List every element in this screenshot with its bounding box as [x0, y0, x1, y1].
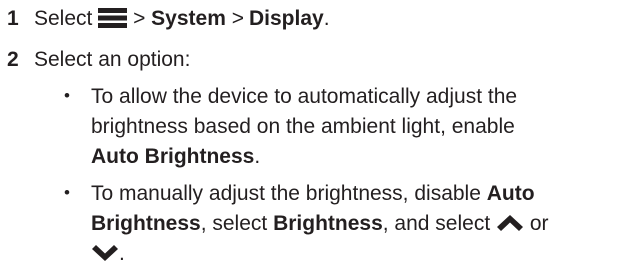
step-number-2: 2 [7, 48, 19, 71]
separator: > [133, 7, 146, 30]
brightness-label: Brightness [273, 212, 383, 235]
step-2-text: Select an option: [34, 48, 191, 71]
step-number-1: 1 [7, 7, 19, 30]
menu-display: Display [249, 7, 324, 30]
bullet-1-line-3: Auto Brightness. [91, 144, 260, 170]
period: . [254, 145, 261, 168]
brightness-word: Brightness [91, 212, 201, 235]
auto-label: Auto [486, 182, 535, 205]
instruction-document: 1 Select > System > Display. 2 Select an … [0, 0, 629, 265]
menu-hamburger-icon [98, 6, 128, 32]
menu-system: System [151, 7, 226, 30]
auto-brightness-label: Auto Brightness [91, 145, 255, 168]
bullet-marker: • [64, 86, 70, 105]
bullet-1-line-1: To allow the device to automatically adj… [91, 85, 518, 108]
step-1-line: Select > System > Display. [34, 6, 330, 32]
bullet-2-line-2: Brightness, select Brightness, and selec… [91, 211, 549, 237]
period: . [119, 242, 125, 265]
bullet-2-mid-2: , and select [382, 212, 491, 235]
bullet-marker: • [64, 183, 70, 202]
separator: > [231, 7, 244, 30]
bullet-2-line-3: . [91, 241, 125, 267]
step-1-text: Select [34, 7, 93, 30]
bullet-2-text: To manually adjust the brightness, disab… [91, 182, 481, 205]
or-text: or [529, 212, 549, 235]
bullet-1-line-2: brightness based on the ambient light, e… [91, 115, 515, 138]
chevron-down-icon [91, 241, 119, 267]
period: . [323, 7, 330, 30]
chevron-up-icon [496, 211, 524, 237]
bullet-2-mid-1: , select [200, 212, 268, 235]
bullet-2-line-1: To manually adjust the brightness, disab… [91, 181, 535, 207]
